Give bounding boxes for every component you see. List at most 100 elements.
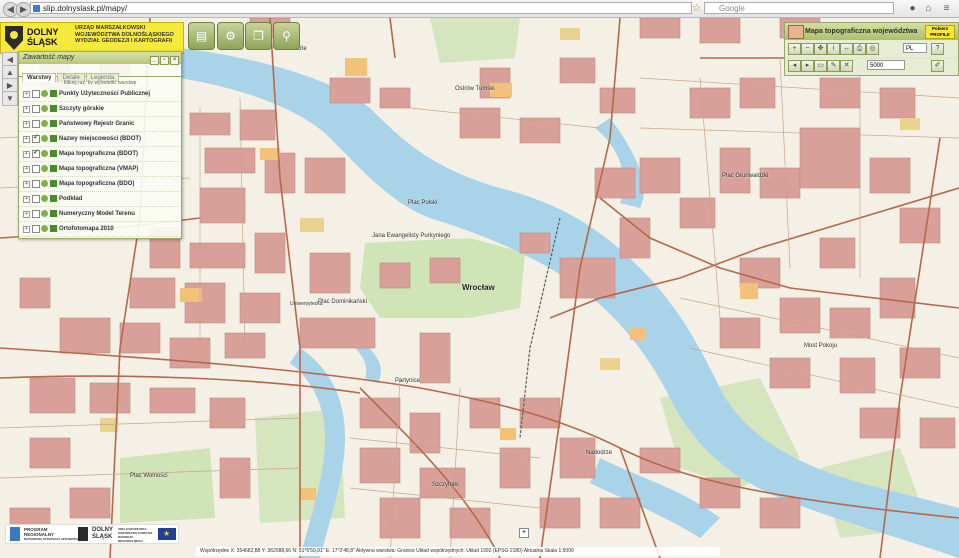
layer-checkbox[interactable] bbox=[32, 210, 40, 218]
windows-button[interactable]: ❐ bbox=[245, 22, 272, 50]
select-icon[interactable]: ▭ bbox=[814, 60, 827, 72]
address-bar[interactable]: slip.dolnyslask.pl/mapy/ bbox=[30, 2, 692, 14]
expand-icon[interactable]: + bbox=[23, 91, 30, 98]
map-label: Partynice bbox=[395, 378, 421, 384]
layer-type-icon bbox=[50, 210, 57, 217]
favicon-icon bbox=[33, 5, 40, 12]
menu-icon[interactable]: ≡ bbox=[940, 2, 953, 15]
browser-toolbar: ◀ ▶ slip.dolnyslask.pl/mapy/ ☆ Google ● … bbox=[0, 0, 959, 18]
pan-icon[interactable]: ✥ bbox=[814, 43, 827, 55]
layer-type-icon bbox=[50, 225, 57, 232]
layer-visibility-icon[interactable] bbox=[41, 165, 48, 172]
layer-visibility-icon[interactable] bbox=[41, 135, 48, 142]
expand-icon[interactable]: + bbox=[23, 211, 30, 218]
measure-icon[interactable]: ↔ bbox=[840, 43, 853, 55]
layer-checkbox[interactable] bbox=[32, 120, 40, 128]
layer-type-icon bbox=[50, 120, 57, 127]
layer-row[interactable]: + Mapa topograficzna (BDO) bbox=[19, 177, 181, 192]
map-type-header[interactable]: Mapa topograficzna województwa Pobierz P… bbox=[785, 23, 958, 40]
layer-row[interactable]: + Punkty Użyteczności Publicznej bbox=[19, 87, 181, 102]
expand-icon[interactable]: + bbox=[23, 151, 30, 158]
layer-row[interactable]: + Numeryczny Model Terenu bbox=[19, 207, 181, 222]
zoom-control[interactable]: + bbox=[519, 528, 529, 538]
layer-row[interactable]: + Państwowy Rejestr Granic bbox=[19, 117, 181, 132]
layer-visibility-icon[interactable] bbox=[41, 120, 48, 127]
prev-extent-icon[interactable]: ◂ bbox=[788, 60, 801, 72]
layer-checkbox[interactable] bbox=[32, 105, 40, 113]
layers-book-button[interactable]: ▤ bbox=[188, 22, 215, 50]
expand-icon[interactable]: + bbox=[23, 106, 30, 113]
search-placeholder: Google bbox=[719, 4, 745, 13]
layer-visibility-icon[interactable] bbox=[41, 225, 48, 232]
zoom-in-icon[interactable]: + bbox=[788, 43, 801, 55]
layer-row[interactable]: + Szczyty górskie bbox=[19, 102, 181, 117]
layer-type-icon bbox=[50, 150, 57, 157]
clear-icon[interactable]: ✕ bbox=[840, 60, 853, 72]
pin-icon[interactable]: ▫ bbox=[160, 56, 169, 65]
layer-label: Numeryczny Model Terenu bbox=[59, 211, 135, 217]
layer-visibility-icon[interactable] bbox=[41, 210, 48, 217]
full-extent-icon[interactable]: ◎ bbox=[866, 43, 879, 55]
layer-visibility-icon[interactable] bbox=[41, 150, 48, 157]
info-icon[interactable]: i bbox=[827, 43, 840, 55]
draw-icon[interactable]: ✎ bbox=[827, 60, 840, 72]
addon-icon[interactable]: ● bbox=[906, 2, 919, 15]
close-icon[interactable]: × bbox=[170, 56, 179, 65]
pan-down-button[interactable]: ▼ bbox=[2, 91, 18, 106]
map-label: Szczytniki bbox=[432, 482, 459, 488]
help-icon[interactable]: ? bbox=[931, 43, 944, 55]
layer-checkbox[interactable] bbox=[32, 131, 40, 145]
logo-line: ŚLĄSK bbox=[92, 534, 113, 540]
minimize-icon[interactable]: _ bbox=[150, 56, 159, 65]
layer-checkbox[interactable] bbox=[32, 146, 40, 160]
layer-row[interactable]: + Mapa topograficzna (VMAP) bbox=[19, 162, 181, 177]
layer-checkbox[interactable] bbox=[32, 195, 40, 203]
home-icon[interactable]: ⌂ bbox=[922, 2, 935, 15]
print-icon[interactable]: ⎙ bbox=[853, 43, 866, 55]
expand-icon[interactable]: + bbox=[23, 166, 30, 173]
layer-checkbox[interactable] bbox=[32, 225, 40, 233]
edit-icon[interactable]: ✐ bbox=[931, 60, 944, 72]
expand-icon[interactable]: + bbox=[23, 181, 30, 188]
forward-button[interactable]: ▶ bbox=[16, 2, 31, 17]
layer-checkbox[interactable] bbox=[32, 165, 40, 173]
expand-icon[interactable]: + bbox=[23, 136, 30, 143]
tool-row-2: ◂ ▸ ▭ ✎ ✕ 5000 ✐ bbox=[785, 58, 958, 74]
layer-row[interactable]: + Podkład bbox=[19, 192, 181, 207]
zoom-out-icon[interactable]: − bbox=[801, 43, 814, 55]
programme-logo-icon bbox=[10, 527, 20, 541]
brand-line: DOLNY bbox=[27, 27, 59, 37]
layer-row[interactable]: + Ortofotomapa 2010 bbox=[19, 222, 181, 237]
layer-type-icon bbox=[50, 105, 57, 112]
next-extent-icon[interactable]: ▸ bbox=[801, 60, 814, 72]
expand-icon[interactable]: + bbox=[23, 121, 30, 128]
app-header-logo[interactable]: DOLNY ŚLĄSK URZĄD MARSZAŁKOWSKI WOJEWÓDZ… bbox=[0, 22, 184, 54]
settings-button[interactable]: ⚙ bbox=[217, 22, 244, 50]
layer-checkbox[interactable] bbox=[32, 90, 40, 98]
office-name: URZĄD MARSZAŁKOWSKI WOJEWÓDZTWA DOLNOŚLĄ… bbox=[75, 25, 174, 45]
tab-layers[interactable]: Warstwy bbox=[22, 73, 57, 82]
gear-icon: ⚙ bbox=[225, 29, 236, 43]
layer-row[interactable]: + Mapa topograficzna (BDOT) bbox=[19, 146, 181, 162]
layer-visibility-icon[interactable] bbox=[41, 180, 48, 187]
layer-row[interactable]: + Nazwy miejscowości (BDOT) bbox=[19, 131, 181, 147]
map-thumbnail-icon bbox=[788, 25, 804, 39]
layer-label: Mapa topograficzna (BDOT) bbox=[59, 151, 138, 157]
expand-icon[interactable]: + bbox=[23, 226, 30, 233]
language-select[interactable]: PL bbox=[903, 43, 927, 53]
bookmark-star-icon[interactable]: ☆ bbox=[690, 2, 703, 15]
profile-selector[interactable]: Pobierz PROFILE bbox=[925, 25, 955, 39]
map-label: Ostrów Tumski bbox=[455, 86, 495, 92]
search-field[interactable]: Google bbox=[704, 2, 894, 14]
layer-visibility-icon[interactable] bbox=[41, 195, 48, 202]
layer-checkbox[interactable] bbox=[32, 180, 40, 188]
scale-input[interactable]: 5000 bbox=[867, 60, 905, 70]
expand-icon[interactable]: + bbox=[23, 196, 30, 203]
layer-visibility-icon[interactable] bbox=[41, 105, 48, 112]
panel-title-bar[interactable]: Zawartość mapy _ ▫ × bbox=[19, 52, 181, 65]
layer-visibility-icon[interactable] bbox=[41, 90, 48, 97]
sponsor-logos: PROGRAM REGIONALNY NARODOWA STRATEGIA SP… bbox=[5, 524, 179, 544]
crest-icon bbox=[5, 26, 23, 50]
map-label: Jana Ewangelisty Purkyniego bbox=[372, 233, 451, 239]
search-button[interactable]: ⚲ bbox=[273, 22, 300, 50]
